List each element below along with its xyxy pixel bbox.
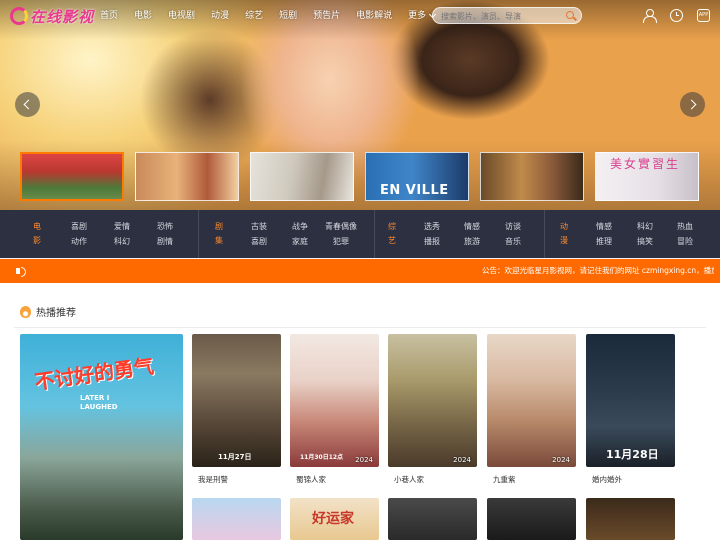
category-series: 剧集 古装 战争 青春偶像 喜剧 家庭 犯罪 — [198, 210, 374, 258]
poster-badge: 11月27日 — [218, 453, 252, 461]
category-link[interactable]: 访谈 — [505, 222, 521, 232]
poster-image[interactable]: 11月28日 — [586, 334, 675, 467]
nav-trailers[interactable]: 预告片 — [313, 9, 340, 23]
category-link[interactable]: 恐怖 — [157, 222, 173, 232]
category-bar: 电影 喜剧 爱情 恐怖 动作 科幻 剧情 剧集 古装 战争 青春偶像 喜剧 家庭… — [0, 210, 720, 258]
nav-movies[interactable]: 电影 — [134, 9, 152, 23]
category-link[interactable]: 搞笑 — [637, 237, 653, 247]
nav-tv-series[interactable]: 电视剧 — [168, 9, 195, 23]
logo-icon — [10, 7, 28, 25]
category-link[interactable]: 科幻 — [114, 237, 130, 247]
category-link[interactable]: 爱情 — [114, 222, 130, 232]
poster-badge: 11月30日12点 — [300, 454, 344, 461]
search-icon[interactable] — [566, 11, 574, 19]
category-link[interactable]: 喜剧 — [251, 237, 267, 247]
carousel-next-button[interactable] — [680, 92, 705, 117]
category-head-anime[interactable]: 动漫 — [559, 220, 569, 248]
user-icon[interactable] — [643, 9, 657, 23]
flame-icon — [20, 305, 31, 318]
speaker-icon — [16, 266, 27, 277]
category-link[interactable]: 战争 — [292, 222, 308, 232]
category-link[interactable]: 动作 — [71, 237, 87, 247]
category-link[interactable]: 情感 — [596, 222, 612, 232]
category-link[interactable]: 青春偶像 — [325, 222, 357, 232]
thumb-caption: 美女實習生 — [610, 157, 681, 171]
poster-image[interactable] — [192, 498, 281, 540]
nav-home[interactable]: 首页 — [100, 9, 118, 23]
history-clock-icon[interactable] — [670, 9, 683, 22]
poster-title-art: 好运家 — [312, 511, 354, 527]
category-link[interactable]: 科幻 — [637, 222, 653, 232]
logo-text: 在线影视 — [30, 7, 95, 26]
category-variety: 综艺 选秀 情感 访谈 播报 旅游 音乐 — [374, 210, 544, 258]
carousel-thumb-1[interactable] — [20, 152, 124, 201]
featured-subtitle: LATER I LAUGHED — [80, 394, 118, 411]
section-divider — [14, 327, 706, 328]
site-logo[interactable]: 在线影视 — [10, 5, 94, 27]
poster-image[interactable] — [586, 498, 675, 540]
nav-more-label: 更多 — [408, 11, 427, 21]
nav-variety[interactable]: 综艺 — [245, 9, 263, 23]
search-input[interactable] — [441, 10, 559, 22]
notice-bar: 公告：欢迎光临星月影视网，请记住我们的网址 czmingxing.cn，播放 — [0, 259, 720, 283]
category-head-movies[interactable]: 电影 — [32, 220, 42, 248]
card-title[interactable]: 九重紫 — [493, 474, 516, 485]
carousel-prev-button[interactable] — [15, 92, 40, 117]
category-movies: 电影 喜剧 爱情 恐怖 动作 科幻 剧情 — [0, 210, 198, 258]
category-link[interactable]: 犯罪 — [333, 237, 349, 247]
thumb-caption: EN VILLE — [380, 183, 449, 198]
poster-image[interactable]: 11月27日 — [192, 334, 281, 467]
category-link[interactable]: 家庭 — [292, 237, 308, 247]
category-link[interactable]: 推理 — [596, 237, 612, 247]
poster-image[interactable] — [487, 498, 576, 540]
card-title[interactable]: 蜀锦人家 — [296, 474, 326, 485]
nav-short-drama[interactable]: 短剧 — [279, 9, 297, 23]
carousel-thumbnails: EN VILLE 美女實習生 — [20, 152, 700, 202]
search-box — [432, 7, 582, 24]
category-head-variety[interactable]: 综艺 — [387, 220, 397, 248]
card-title[interactable]: 小巷人家 — [394, 474, 424, 485]
category-link[interactable]: 情感 — [464, 222, 480, 232]
featured-poster[interactable]: 不讨好的勇气 LATER I LAUGHED — [20, 334, 183, 540]
poster-year: 2024 — [453, 456, 471, 464]
category-link[interactable]: 播报 — [424, 237, 440, 247]
poster-image[interactable]: 2024 — [388, 334, 477, 467]
app-download-icon[interactable]: APP — [697, 9, 710, 22]
nav-anime[interactable]: 动漫 — [211, 9, 229, 23]
category-link[interactable]: 音乐 — [505, 237, 521, 247]
poster-year: 2024 — [355, 456, 373, 464]
poster-image[interactable]: 11月30日12点 2024 — [290, 334, 379, 467]
category-link[interactable]: 选秀 — [424, 222, 440, 232]
main-nav: 首页 电影 电视剧 动漫 综艺 短剧 预告片 电影解说 更多 — [100, 9, 451, 23]
section-title: 热播推荐 — [36, 308, 76, 319]
card-title[interactable]: 我是刑警 — [198, 474, 228, 485]
poster-image[interactable] — [388, 498, 477, 540]
site-header: 在线影视 首页 电影 电视剧 动漫 综艺 短剧 预告片 电影解说 更多 APP — [0, 0, 720, 32]
nav-movie-commentary[interactable]: 电影解说 — [356, 9, 392, 23]
page: 在线影视 首页 电影 电视剧 动漫 综艺 短剧 预告片 电影解说 更多 APP … — [0, 0, 720, 540]
featured-title-art: 不讨好的勇气 — [33, 353, 156, 395]
category-head-series[interactable]: 剧集 — [214, 220, 224, 248]
poster-image[interactable]: 2024 — [487, 334, 576, 467]
notice-text[interactable]: 公告：欢迎光临星月影视网，请记住我们的网址 czmingxing.cn，播放 — [482, 265, 714, 276]
poster-image[interactable]: 好运家 — [290, 498, 379, 540]
carousel-thumb-6[interactable]: 美女實習生 — [595, 152, 699, 201]
category-anime: 动漫 情感 科幻 热血 推理 搞笑 冒险 — [544, 210, 720, 258]
carousel-thumb-2[interactable] — [135, 152, 239, 201]
category-link[interactable]: 剧情 — [157, 237, 173, 247]
poster-year: 2024 — [552, 456, 570, 464]
category-link[interactable]: 冒险 — [677, 237, 693, 247]
category-link[interactable]: 喜剧 — [71, 222, 87, 232]
card-title[interactable]: 婚内婚外 — [592, 474, 622, 485]
carousel-thumb-4[interactable]: EN VILLE — [365, 152, 469, 201]
poster-badge: 11月28日 — [606, 448, 659, 461]
carousel-thumb-3[interactable] — [250, 152, 354, 201]
section-header: 热播推荐 — [20, 304, 76, 319]
carousel-thumb-5[interactable] — [480, 152, 584, 201]
category-link[interactable]: 热血 — [677, 222, 693, 232]
category-link[interactable]: 旅游 — [464, 237, 480, 247]
category-link[interactable]: 古装 — [251, 222, 267, 232]
